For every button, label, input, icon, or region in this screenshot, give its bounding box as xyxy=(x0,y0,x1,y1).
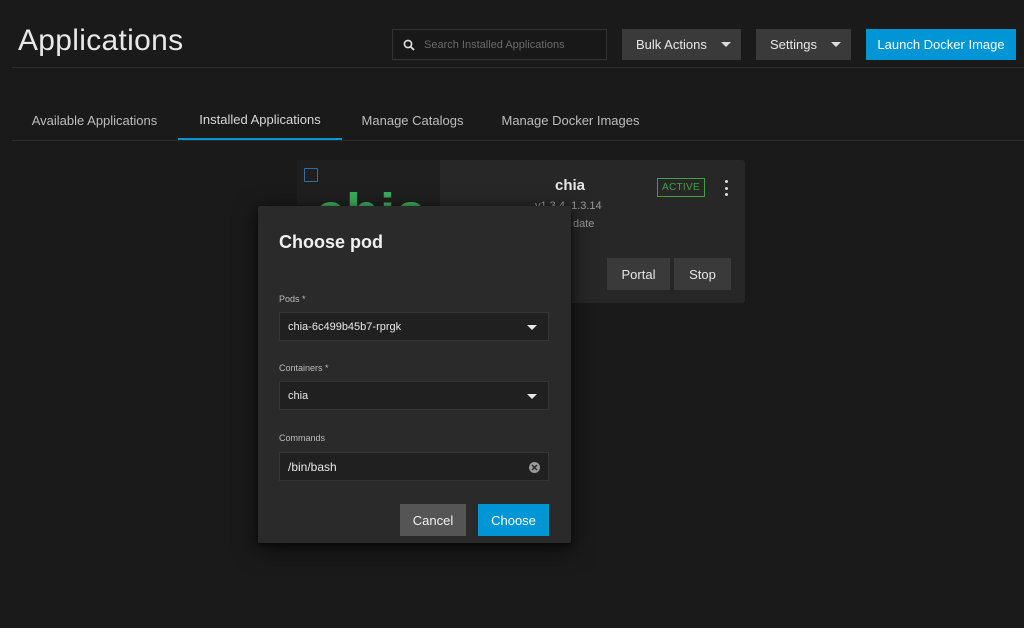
containers-label: Containers * xyxy=(279,363,329,373)
containers-select[interactable]: chia xyxy=(279,381,549,410)
tab-bar: Available Applications Installed Applica… xyxy=(12,100,1024,141)
header-divider xyxy=(12,67,1024,68)
caret-down-icon xyxy=(830,42,841,47)
stop-button[interactable]: Stop xyxy=(674,258,731,290)
pods-label: Pods * xyxy=(279,294,306,304)
app-select-checkbox[interactable] xyxy=(304,168,318,182)
pods-value: chia-6c499b45b7-rprgk xyxy=(288,320,402,333)
choose-button[interactable]: Choose xyxy=(478,504,549,536)
applications-page: Applications Bulk Actions Settings Launc… xyxy=(0,0,1024,628)
containers-value: chia xyxy=(288,389,309,402)
commands-input[interactable] xyxy=(288,459,518,474)
bulk-actions-button[interactable]: Bulk Actions xyxy=(622,29,741,60)
commands-label: Commands xyxy=(279,433,326,443)
clear-icon[interactable] xyxy=(529,462,540,473)
settings-label: Settings xyxy=(770,37,817,52)
tab-available-applications[interactable]: Available Applications xyxy=(12,100,177,140)
search-icon xyxy=(403,39,415,51)
caret-down-icon xyxy=(527,325,537,330)
portal-button[interactable]: Portal xyxy=(607,258,670,290)
pods-select[interactable]: chia-6c499b45b7-rprgk xyxy=(279,312,549,341)
cancel-button[interactable]: Cancel xyxy=(400,504,466,536)
dialog-title: Choose pod xyxy=(279,232,383,252)
commands-field[interactable] xyxy=(279,452,549,481)
bulk-actions-label: Bulk Actions xyxy=(636,37,707,52)
caret-down-icon xyxy=(720,42,731,47)
choose-pod-dialog: Choose pod Pods * chia-6c499b45b7-rprgk … xyxy=(258,206,571,543)
settings-button[interactable]: Settings xyxy=(756,29,851,60)
tab-manage-catalogs[interactable]: Manage Catalogs xyxy=(343,100,482,140)
search-box[interactable] xyxy=(392,29,607,60)
app-update-status: date xyxy=(573,218,595,230)
search-input[interactable] xyxy=(424,38,599,51)
more-vert-icon[interactable] xyxy=(721,180,731,196)
caret-down-icon xyxy=(527,394,537,399)
app-name: chia xyxy=(555,177,586,194)
tabs-divider xyxy=(12,140,1024,141)
tab-manage-docker-images[interactable]: Manage Docker Images xyxy=(483,100,658,140)
page-title: Applications xyxy=(18,24,184,57)
tab-installed-applications[interactable]: Installed Applications xyxy=(178,100,342,140)
status-badge: ACTIVE xyxy=(657,178,705,197)
launch-docker-image-button[interactable]: Launch Docker Image xyxy=(866,29,1016,60)
